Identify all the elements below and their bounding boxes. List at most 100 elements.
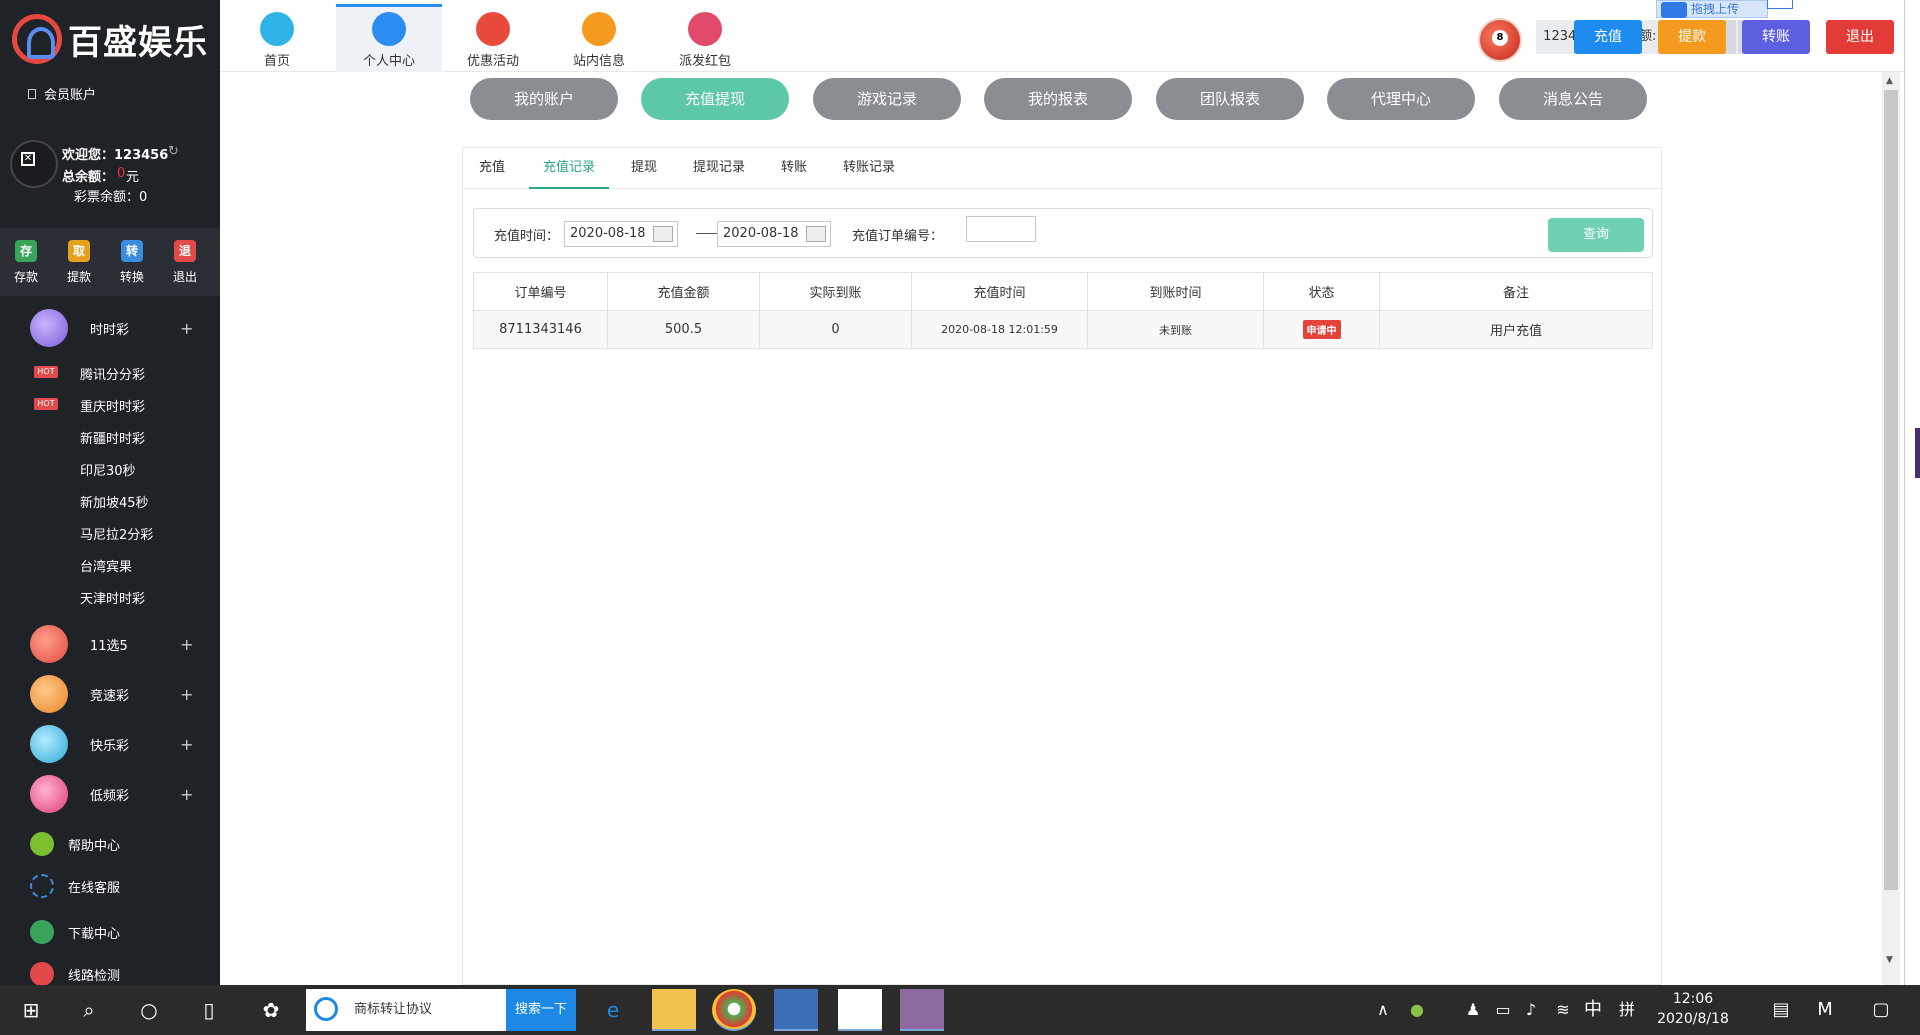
- category-racing[interactable]: 竞速彩 +: [0, 671, 220, 717]
- subtab-withdraw[interactable]: 提现: [617, 148, 671, 189]
- nav-red-packet[interactable]: 派发红包: [652, 4, 758, 72]
- withdraw-button[interactable]: 提款: [1658, 20, 1726, 54]
- expand-icon[interactable]: +: [180, 685, 193, 704]
- calendar-icon[interactable]: [806, 226, 826, 242]
- logout-action[interactable]: 退退出: [165, 240, 205, 285]
- transfer-button[interactable]: 转账: [1742, 20, 1810, 54]
- recharge-panel: 充值 充值记录 提现 提现记录 转账 转账记录 充值时间： 2020-08-18…: [462, 147, 1663, 985]
- calendar-icon[interactable]: [653, 226, 673, 242]
- windows-start-icon[interactable]: ⊞: [6, 985, 56, 1035]
- sidebar-item-cqssc[interactable]: 重庆时时彩: [80, 396, 145, 415]
- download-center-link[interactable]: 下载中心: [30, 920, 120, 944]
- drag-upload-tip[interactable]: 拖拽上传: [1656, 0, 1793, 18]
- avatar[interactable]: ✕: [10, 140, 58, 188]
- scroll-up-icon[interactable]: ▲: [1886, 76, 1893, 86]
- member-account-link[interactable]: 会员账户: [28, 84, 96, 103]
- convert-action[interactable]: 转转换: [112, 240, 152, 285]
- date-to-input[interactable]: 2020-08-18: [717, 221, 831, 247]
- chrome-icon[interactable]: [712, 989, 756, 1031]
- remote-desktop-icon[interactable]: [774, 989, 818, 1031]
- subtab-transfer[interactable]: 转账: [767, 148, 821, 189]
- tab-game-records[interactable]: 游戏记录: [813, 78, 961, 120]
- app-avatar-icon[interactable]: [900, 989, 944, 1031]
- sidebar-item-xjssc[interactable]: 新疆时时彩: [80, 428, 145, 447]
- order-number-input[interactable]: [966, 216, 1036, 242]
- app-m-icon[interactable]: Ⅿ: [1800, 985, 1850, 1035]
- help-center-link[interactable]: 帮助中心: [30, 832, 120, 856]
- subtab-transfer-records[interactable]: 转账记录: [829, 148, 909, 189]
- nav-red-packet-label: 派发红包: [678, 54, 731, 69]
- sidebar-item-xjp45[interactable]: 新加坡45秒: [80, 492, 149, 511]
- nav-personal-center[interactable]: 个人中心: [336, 4, 442, 72]
- tab-announcements[interactable]: 消息公告: [1499, 78, 1647, 120]
- col-recharge-amount: 充值金额: [607, 272, 760, 311]
- nav-promotions[interactable]: 优惠活动: [440, 4, 546, 72]
- sidebar-item-txffc[interactable]: 腾讯分分彩: [80, 364, 145, 383]
- tab-recharge-withdraw[interactable]: 充值提现: [641, 78, 789, 120]
- logout-icon: 退: [174, 240, 196, 262]
- nav-promotions-label: 优惠活动: [466, 54, 519, 69]
- tab-my-reports[interactable]: 我的报表: [984, 78, 1132, 120]
- download-label: 下载中心: [68, 926, 121, 942]
- task-view-icon[interactable]: ▯: [184, 985, 234, 1035]
- tab-team-reports[interactable]: 团队报表: [1156, 78, 1304, 120]
- category-ssc[interactable]: 时时彩 +: [0, 305, 220, 351]
- subtab-recharge-records[interactable]: 充值记录: [529, 148, 610, 189]
- action-center-icon[interactable]: ▢: [1856, 985, 1906, 1035]
- category-11x5[interactable]: 11选5 +: [0, 621, 220, 667]
- page-scrollbar[interactable]: ▲ ▼: [1882, 72, 1900, 985]
- taskbar-search-input[interactable]: 商标转让协议: [306, 989, 506, 1031]
- deposit-action[interactable]: 存存款: [6, 240, 46, 285]
- category-lowfreq[interactable]: 低频彩 +: [0, 771, 220, 817]
- sub-tabs: 充值 充值记录 提现 提现记录 转账 转账记录: [463, 148, 1663, 189]
- sidebar-item-mnl2[interactable]: 马尼拉2分彩: [80, 524, 153, 543]
- expand-icon[interactable]: +: [180, 735, 193, 754]
- cortana-icon[interactable]: ○: [124, 985, 174, 1035]
- tab-agent-center[interactable]: 代理中心: [1327, 78, 1475, 120]
- expand-icon[interactable]: +: [180, 785, 193, 804]
- search-icon[interactable]: ⌕: [64, 985, 114, 1035]
- deposit-label: 存款: [13, 270, 38, 284]
- withdraw-action[interactable]: 取提款: [59, 240, 99, 285]
- site-logo[interactable]: 百盛娱乐: [12, 14, 208, 64]
- sidebar-item-twbg[interactable]: 台湾宾果: [80, 556, 132, 575]
- file-explorer-icon[interactable]: [652, 989, 696, 1031]
- nav-messages[interactable]: 站内信息: [546, 4, 652, 72]
- filter-bar: 充值时间： 2020-08-18 2020-08-18 充值订单编号： 查询: [473, 208, 1653, 258]
- tab-my-account[interactable]: 我的账户: [470, 78, 618, 120]
- notification-center-icon[interactable]: ▤: [1756, 985, 1806, 1035]
- edge-browser-icon[interactable]: e: [588, 985, 638, 1035]
- sidebar-item-yn30[interactable]: 印尼30秒: [80, 460, 136, 479]
- total-balance-value: 0: [117, 166, 126, 181]
- edge-marker: [1915, 428, 1920, 478]
- baidu-netdisk-icon[interactable]: [838, 989, 882, 1031]
- scroll-down-icon[interactable]: ▼: [1886, 955, 1893, 965]
- subtab-withdraw-records[interactable]: 提现记录: [679, 148, 759, 189]
- ime-pinyin-indicator[interactable]: 拼: [1602, 985, 1652, 1035]
- 11x5-icon: [30, 625, 68, 663]
- expand-icon[interactable]: +: [180, 319, 193, 338]
- line-check-link[interactable]: 线路检测: [30, 962, 120, 985]
- subtab-recharge[interactable]: 充值: [465, 148, 519, 189]
- cell-arrival-time: 未到账: [1087, 310, 1264, 349]
- app-s-icon[interactable]: ✿: [246, 985, 296, 1035]
- recharge-button[interactable]: 充值: [1574, 20, 1642, 54]
- nav-home[interactable]: 首页: [224, 4, 330, 72]
- cell-actual-received: 0: [759, 310, 912, 349]
- taskbar-search-button[interactable]: 搜索一下: [506, 989, 576, 1031]
- total-balance-label: 总余额：: [62, 170, 115, 185]
- online-service-link[interactable]: 在线客服: [30, 874, 120, 898]
- taskbar-clock[interactable]: 12:06 2020/8/18: [1650, 989, 1736, 1029]
- tray-app-icon[interactable]: ●: [1392, 985, 1442, 1035]
- hot-badge: HOT: [34, 366, 58, 378]
- category-label: 竞速彩: [90, 688, 130, 704]
- sidebar-item-tjssc[interactable]: 天津时时彩: [80, 588, 145, 607]
- category-happy[interactable]: 快乐彩 +: [0, 721, 220, 767]
- cell-order-number: 8711343146: [473, 310, 608, 349]
- query-button[interactable]: 查询: [1548, 218, 1644, 252]
- date-from-input[interactable]: 2020-08-18: [564, 221, 678, 247]
- refresh-icon[interactable]: ↻: [168, 144, 179, 159]
- scroll-thumb[interactable]: [1884, 90, 1898, 890]
- logout-button[interactable]: 退出: [1826, 20, 1894, 54]
- expand-icon[interactable]: +: [180, 635, 193, 654]
